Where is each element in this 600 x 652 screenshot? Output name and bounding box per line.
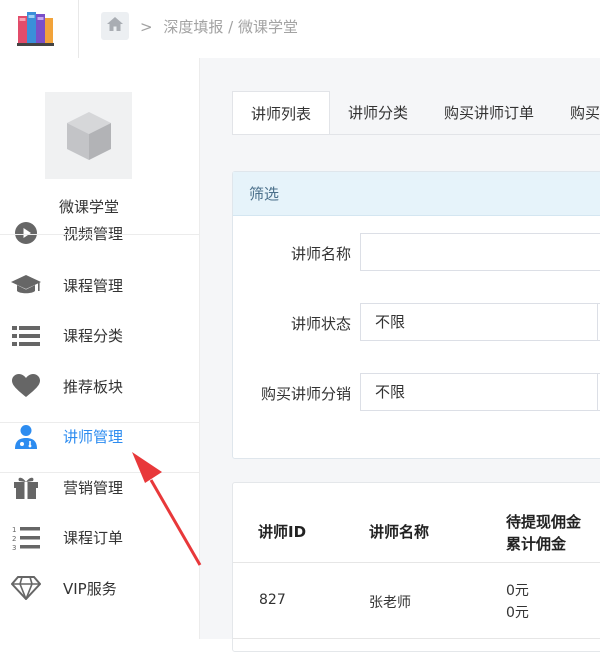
filter-row-status: 讲师状态 不限 <box>233 303 600 341</box>
teacher-name-input[interactable] <box>360 233 600 271</box>
select-divider <box>597 374 598 410</box>
app-logo <box>45 92 132 179</box>
svg-text:1: 1 <box>12 526 16 534</box>
cube-icon <box>66 111 111 160</box>
tab-teacher-orders[interactable]: 购买讲师订单 <box>426 91 552 135</box>
distribution-label: 购买讲师分销 <box>260 385 351 403</box>
sidebar-item-recommend[interactable]: 推荐板块 <box>0 361 199 412</box>
heart-icon <box>10 371 42 401</box>
gift-icon <box>10 472 42 502</box>
teacher-status-label: 讲师状态 <box>290 315 351 333</box>
main-content: 讲师列表 讲师分类 购买讲师订单 购买 筛选 讲师名称 讲师状态 不限 购买讲师… <box>200 58 600 652</box>
home-button[interactable] <box>101 12 129 40</box>
breadcrumb-separator: > <box>140 18 153 36</box>
sidebar-item-label: 讲师管理 <box>63 428 124 447</box>
teacher-name-label: 讲师名称 <box>290 245 351 263</box>
svg-text:2: 2 <box>12 535 16 543</box>
col-header-name: 讲师名称 <box>369 523 430 541</box>
sidebar-item-label: VIP服务 <box>63 579 117 598</box>
list-icon <box>10 321 42 351</box>
filter-panel: 筛选 讲师名称 讲师状态 不限 购买讲师分销 不限 <box>232 171 600 459</box>
sidebar-divider <box>0 234 199 235</box>
ordered-list-icon: 123 <box>10 523 42 553</box>
sidebar-item-video[interactable]: 视频管理 <box>0 212 199 254</box>
table-header-divider <box>233 562 600 563</box>
select-divider <box>597 304 598 340</box>
cell-name: 张老师 <box>369 595 411 611</box>
teacher-status-value: 不限 <box>375 313 406 331</box>
distribution-value: 不限 <box>375 383 406 401</box>
top-bar: > 深度填报 / 微课学堂 <box>0 0 600 58</box>
breadcrumb: > 深度填报 / 微课学堂 <box>140 16 298 37</box>
sidebar-divider <box>0 472 199 473</box>
sidebar-item-label: 视频管理 <box>63 224 124 243</box>
col-header-total: 累计佣金 <box>506 535 567 553</box>
header-divider <box>78 0 79 58</box>
tab-purchase[interactable]: 购买 <box>552 91 600 135</box>
diamond-icon <box>10 573 42 603</box>
play-circle-icon <box>10 218 42 248</box>
sidebar-item-course[interactable]: 课程管理 <box>0 260 199 311</box>
sidebar-menu: 视频管理 课程管理 课程分类 推荐板块 讲师管理 营销管理 1 2 3 课程订单… <box>0 218 199 614</box>
breadcrumb-path[interactable]: 深度填报 / 微课学堂 <box>163 18 298 36</box>
sidebar-item-label: 课程分类 <box>63 327 124 346</box>
cell-pending: 0元 <box>506 583 529 599</box>
sidebar-item-marketing[interactable]: 营销管理 <box>0 462 199 513</box>
cell-total: 0元 <box>506 605 529 621</box>
tab-teacher-category[interactable]: 讲师分类 <box>330 91 426 135</box>
teacher-table: 讲师ID 讲师名称 待提现佣金 累计佣金 827 张老师 0元 0元 <box>232 482 600 652</box>
graduation-cap-icon <box>10 270 42 300</box>
sidebar-item-teacher[interactable]: 讲师管理 <box>0 412 199 463</box>
col-header-pending: 待提现佣金 <box>506 513 582 531</box>
sidebar-divider <box>0 422 199 423</box>
cell-id: 827 <box>259 592 286 608</box>
sidebar-item-category[interactable]: 课程分类 <box>0 311 199 362</box>
sidebar-item-label: 课程订单 <box>63 529 124 548</box>
sidebar-item-label: 营销管理 <box>63 478 124 497</box>
filter-row-distribution: 购买讲师分销 不限 <box>233 373 600 411</box>
tab-teacher-list[interactable]: 讲师列表 <box>232 91 331 135</box>
user-doctor-icon <box>10 422 42 452</box>
books-logo-icon[interactable] <box>16 8 56 48</box>
sidebar-item-label: 推荐板块 <box>63 377 124 396</box>
svg-text:3: 3 <box>12 544 16 551</box>
sidebar-item-label: 课程管理 <box>63 276 124 295</box>
home-icon <box>106 16 124 36</box>
teacher-status-select[interactable]: 不限 <box>360 303 600 341</box>
col-header-id: 讲师ID <box>258 523 307 541</box>
tab-bar: 讲师列表 讲师分类 购买讲师订单 购买 <box>232 91 600 135</box>
filter-row-name: 讲师名称 <box>233 233 600 271</box>
filter-title: 筛选 <box>233 172 600 216</box>
sidebar-item-orders[interactable]: 123 课程订单 <box>0 513 199 564</box>
sidebar-item-vip[interactable]: VIP服务 <box>0 563 199 614</box>
sidebar: 微课学堂 视频管理 课程管理 课程分类 推荐板块 讲师管理 营销管理 1 2 3… <box>0 58 200 639</box>
tab-underline <box>232 134 600 135</box>
distribution-select[interactable]: 不限 <box>360 373 600 411</box>
